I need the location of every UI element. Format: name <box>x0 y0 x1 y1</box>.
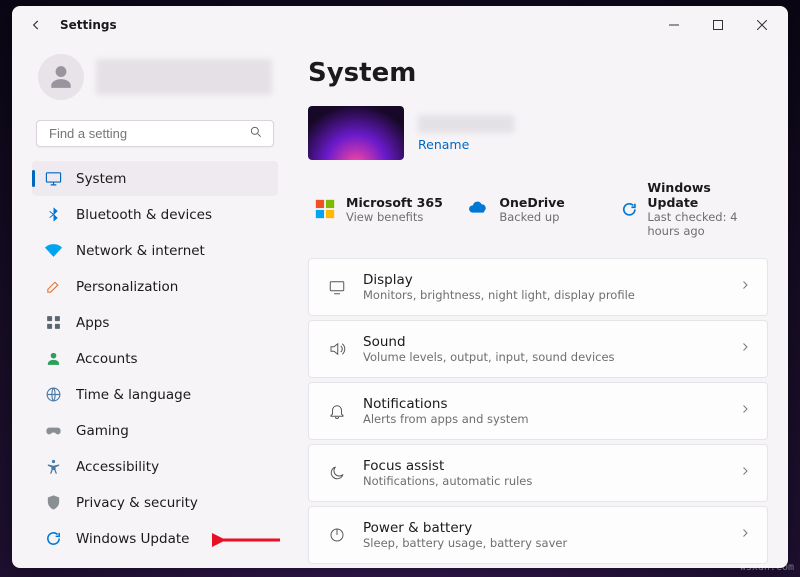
device-info: Rename <box>418 115 514 152</box>
account-name-placeholder <box>96 59 272 95</box>
card-display[interactable]: Display Monitors, brightness, night ligh… <box>308 258 768 316</box>
sidebar-item-label: Network & internet <box>76 243 205 259</box>
window-body: System Bluetooth & devices Network & int… <box>12 44 788 568</box>
close-button[interactable] <box>740 9 784 41</box>
sidebar: System Bluetooth & devices Network & int… <box>12 44 290 568</box>
sidebar-item-label: Apps <box>76 315 109 331</box>
moon-icon <box>327 463 347 483</box>
sidebar-item-network[interactable]: Network & internet <box>32 233 278 268</box>
tile-title: Microsoft 365 <box>346 195 443 210</box>
sidebar-item-accounts[interactable]: Accounts <box>32 341 278 376</box>
card-sub: Volume levels, output, input, sound devi… <box>363 350 723 364</box>
avatar <box>38 54 84 100</box>
tile-microsoft-365[interactable]: Microsoft 365 View benefits <box>308 174 461 244</box>
rename-link[interactable]: Rename <box>418 137 514 152</box>
sidebar-item-personalization[interactable]: Personalization <box>32 269 278 304</box>
onedrive-icon <box>467 198 489 220</box>
sidebar-item-label: Bluetooth & devices <box>76 207 212 223</box>
sidebar-item-apps[interactable]: Apps <box>32 305 278 340</box>
chevron-right-icon <box>739 465 751 481</box>
sidebar-item-gaming[interactable]: Gaming <box>32 413 278 448</box>
card-sub: Sleep, battery usage, battery saver <box>363 536 723 550</box>
sidebar-item-label: Accessibility <box>76 459 159 475</box>
sound-icon <box>327 339 347 359</box>
watermark: wsxdn.com <box>740 562 794 573</box>
card-sub: Notifications, automatic rules <box>363 474 723 488</box>
device-row: Rename <box>308 106 768 160</box>
sidebar-item-accessibility[interactable]: Accessibility <box>32 449 278 484</box>
power-icon <box>327 525 347 545</box>
tile-onedrive[interactable]: OneDrive Backed up <box>461 174 614 244</box>
windows-update-status-icon <box>621 198 638 220</box>
card-title: Focus assist <box>363 458 723 474</box>
chevron-right-icon <box>739 279 751 295</box>
titlebar: Settings <box>12 6 788 44</box>
tile-sub: Backed up <box>499 210 564 224</box>
card-title: Sound <box>363 334 723 350</box>
brush-icon <box>44 278 62 296</box>
tile-sub: View benefits <box>346 210 443 224</box>
card-focus-assist[interactable]: Focus assist Notifications, automatic ru… <box>308 444 768 502</box>
chevron-right-icon <box>739 403 751 419</box>
chevron-right-icon <box>739 527 751 543</box>
gamepad-icon <box>44 422 62 440</box>
sidebar-item-privacy[interactable]: Privacy & security <box>32 485 278 520</box>
system-icon <box>44 170 62 188</box>
app-title: Settings <box>60 18 117 32</box>
windows-update-icon <box>44 530 62 548</box>
globe-clock-icon <box>44 386 62 404</box>
card-title: Display <box>363 272 723 288</box>
page-title: System <box>308 58 768 88</box>
wifi-icon <box>44 242 62 260</box>
sidebar-item-label: Accounts <box>76 351 138 367</box>
sidebar-item-label: Privacy & security <box>76 495 198 511</box>
search-box[interactable] <box>36 120 274 147</box>
sidebar-item-label: Windows Update <box>76 531 189 547</box>
shield-icon <box>44 494 62 512</box>
tile-windows-update[interactable]: Windows Update Last checked: 4 hours ago <box>615 174 768 244</box>
card-title: Power & battery <box>363 520 723 536</box>
search-icon <box>249 125 263 143</box>
minimize-button[interactable] <box>652 9 696 41</box>
accounts-icon <box>44 350 62 368</box>
apps-icon <box>44 314 62 332</box>
device-name-placeholder <box>418 115 514 133</box>
titlebar-left: Settings <box>24 13 117 37</box>
sidebar-nav: System Bluetooth & devices Network & int… <box>32 161 278 556</box>
sidebar-item-label: Gaming <box>76 423 129 439</box>
card-sound[interactable]: Sound Volume levels, output, input, soun… <box>308 320 768 378</box>
display-icon <box>327 277 347 297</box>
annotation-arrow <box>212 530 282 550</box>
sidebar-item-system[interactable]: System <box>32 161 278 196</box>
tile-title: Windows Update <box>647 180 762 210</box>
settings-cards: Display Monitors, brightness, night ligh… <box>308 258 768 564</box>
account-block[interactable] <box>32 44 278 116</box>
maximize-button[interactable] <box>696 9 740 41</box>
settings-window: Settings <box>12 6 788 568</box>
card-title: Notifications <box>363 396 723 412</box>
accessibility-icon <box>44 458 62 476</box>
card-power-battery[interactable]: Power & battery Sleep, battery usage, ba… <box>308 506 768 564</box>
sidebar-item-label: Time & language <box>76 387 191 403</box>
status-tiles: Microsoft 365 View benefits OneDrive Bac… <box>308 174 768 244</box>
card-sub: Monitors, brightness, night light, displ… <box>363 288 723 302</box>
sidebar-item-bluetooth[interactable]: Bluetooth & devices <box>32 197 278 232</box>
microsoft-365-icon <box>314 198 336 220</box>
main-content: System Rename Microsoft 365 View benefit… <box>290 44 788 568</box>
back-button[interactable] <box>24 13 48 37</box>
tile-sub: Last checked: 4 hours ago <box>647 210 762 238</box>
sidebar-item-time-language[interactable]: Time & language <box>32 377 278 412</box>
sidebar-item-label: Personalization <box>76 279 178 295</box>
sidebar-item-label: System <box>76 171 126 187</box>
device-wallpaper-thumb[interactable] <box>308 106 404 160</box>
search-input[interactable] <box>47 125 249 142</box>
bluetooth-icon <box>44 206 62 224</box>
tile-title: OneDrive <box>499 195 564 210</box>
chevron-right-icon <box>739 341 751 357</box>
bell-icon <box>327 401 347 421</box>
card-sub: Alerts from apps and system <box>363 412 723 426</box>
window-controls <box>652 9 784 41</box>
card-notifications[interactable]: Notifications Alerts from apps and syste… <box>308 382 768 440</box>
